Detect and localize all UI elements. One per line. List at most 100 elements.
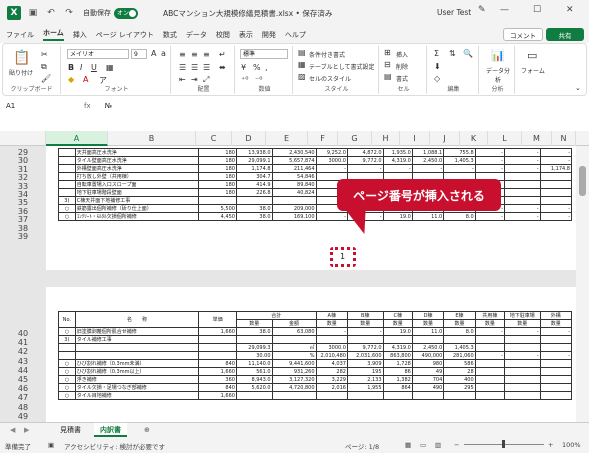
zoom-slider-thumb[interactable] — [502, 440, 505, 448]
table-cell[interactable] — [539, 375, 573, 384]
table-cell[interactable]: - — [346, 327, 384, 336]
zoom-out-icon[interactable]: − — [454, 441, 459, 449]
delete-cell-button[interactable]: 削除 — [396, 62, 408, 71]
table-cell[interactable] — [198, 343, 237, 352]
minimize-icon[interactable]: — — [500, 5, 509, 15]
table-cell[interactable]: 8.0 — [443, 212, 476, 221]
table-cell[interactable] — [411, 335, 445, 344]
table-cell[interactable] — [198, 335, 237, 344]
row-number[interactable]: 45 — [0, 375, 46, 384]
select-all-corner[interactable] — [0, 131, 46, 146]
decrease-decimal-icon[interactable]: ⁻⁰ — [255, 75, 262, 84]
name-box[interactable]: A1 — [4, 100, 54, 112]
table-cell[interactable]: C棟天井面下地補修工事 — [74, 196, 200, 205]
table-cell[interactable] — [271, 391, 317, 400]
table-cell[interactable] — [346, 335, 384, 344]
table-cell[interactable]: 1,382 — [382, 375, 413, 384]
table-cell[interactable]: ㎡ — [271, 343, 317, 352]
table-cell[interactable] — [443, 391, 476, 400]
table-cell[interactable]: 490 — [411, 383, 445, 392]
table-cell[interactable]: - — [474, 164, 505, 173]
table-cell[interactable] — [58, 188, 76, 197]
table-cell[interactable]: 天井面高圧水洗浄 — [74, 148, 200, 157]
table-cell[interactable]: 86 — [382, 367, 413, 376]
table-cell[interactable] — [235, 196, 273, 205]
table-cell[interactable] — [411, 391, 445, 400]
table-cell[interactable] — [503, 335, 541, 344]
font-grow-icon[interactable]: A — [151, 49, 156, 58]
fill-icon[interactable]: ⬇ — [434, 62, 441, 71]
page-break-view-icon[interactable]: ▥ — [435, 441, 441, 449]
tab-page-layout[interactable]: ページ レイアウト — [96, 30, 154, 40]
data-analysis-button[interactable]: データ分析 — [484, 66, 512, 84]
row-number[interactable]: 42 — [0, 347, 46, 356]
table-cell[interactable]: 1,660 — [198, 391, 237, 400]
pen-icon[interactable]: ✎ — [478, 5, 486, 15]
autosave-toggle[interactable]: オン — [114, 7, 138, 19]
table-cell[interactable]: 4,319.0 — [382, 156, 413, 165]
table-cell[interactable] — [74, 351, 200, 360]
column-header[interactable]: F — [308, 131, 338, 146]
table-cell[interactable]: - — [315, 212, 348, 221]
table-cell[interactable]: ひび割れ補修（0.3mm以上） — [74, 367, 200, 376]
maximize-icon[interactable]: ☐ — [533, 5, 541, 15]
table-cell[interactable]: ○ — [58, 204, 76, 213]
table-cell[interactable]: 490,000 — [411, 351, 445, 360]
column-header[interactable]: J — [430, 131, 460, 146]
table-cell[interactable]: 1,174.8 — [235, 164, 273, 173]
table-cell[interactable] — [539, 367, 573, 376]
table-cell[interactable] — [474, 359, 505, 368]
fx-icon[interactable]: fx — [84, 102, 91, 110]
table-cell[interactable]: 28 — [443, 367, 476, 376]
table-cell[interactable]: 11.0 — [411, 212, 445, 221]
clear-icon[interactable]: ◇ — [434, 74, 440, 83]
table-cell[interactable]: - — [474, 327, 505, 336]
table-cell[interactable] — [503, 383, 541, 392]
tab-insert[interactable]: 挿入 — [73, 30, 87, 40]
table-cell[interactable]: - — [474, 148, 505, 157]
table-cell[interactable]: 400 — [443, 375, 476, 384]
ribbon-collapse-icon[interactable]: ⌄ — [575, 84, 581, 92]
table-cell[interactable] — [58, 148, 76, 157]
table-cell[interactable]: 2,031,600 — [346, 351, 384, 360]
tab-help[interactable]: ヘルプ — [285, 30, 306, 40]
table-cell[interactable] — [503, 359, 541, 368]
add-sheet-icon[interactable]: ⊕ — [138, 423, 156, 437]
sheet-tab-breakdown[interactable]: 内訳書 — [94, 423, 127, 437]
border-icon[interactable]: ▦ — [106, 63, 114, 72]
table-cell[interactable] — [539, 196, 573, 205]
insert-cell-button[interactable]: 挿入 — [396, 50, 408, 59]
table-cell[interactable]: 鉄筋露出個所補修（斫り仕上面） — [74, 204, 200, 213]
table-cell[interactable] — [443, 335, 476, 344]
table-cell[interactable]: 89,840 — [271, 180, 317, 189]
table-cell[interactable] — [315, 335, 348, 344]
table-cell[interactable] — [346, 391, 384, 400]
table-format-icon[interactable]: ▦ — [298, 60, 306, 69]
table-cell[interactable] — [503, 343, 541, 352]
align-left-icon[interactable]: ☰ — [179, 63, 186, 72]
table-cell[interactable] — [198, 351, 237, 360]
table-cell[interactable] — [539, 343, 573, 352]
table-cell[interactable]: 29,099.1 — [235, 156, 273, 165]
table-cell[interactable]: 304.7 — [235, 172, 273, 181]
format-cell-button[interactable]: 書式 — [396, 74, 408, 83]
table-cell[interactable]: 180 — [198, 156, 237, 165]
table-cell[interactable]: - — [474, 212, 505, 221]
table-cell[interactable]: - — [315, 327, 348, 336]
column-header[interactable]: K — [460, 131, 488, 146]
table-cell[interactable]: 49 — [411, 367, 445, 376]
zoom-level[interactable]: 100% — [562, 441, 581, 449]
currency-icon[interactable]: ¥ — [241, 63, 246, 72]
table-cell[interactable] — [503, 172, 541, 181]
table-cell[interactable] — [271, 196, 317, 205]
table-cell[interactable]: 226.8 — [235, 188, 273, 197]
row-number[interactable]: 46 — [0, 384, 46, 393]
table-cell[interactable]: 1,088.1 — [411, 148, 445, 157]
table-cell[interactable]: 3,909 — [346, 359, 384, 368]
cell-style-icon[interactable]: ▨ — [298, 72, 306, 81]
autosum-icon[interactable]: Σ — [434, 49, 439, 58]
insert-cell-icon[interactable]: ⊞ — [384, 48, 391, 57]
table-cell[interactable]: 1,660 — [198, 327, 237, 336]
form-button[interactable]: フォーム — [521, 66, 545, 75]
table-cell[interactable]: 1,660 — [198, 367, 237, 376]
